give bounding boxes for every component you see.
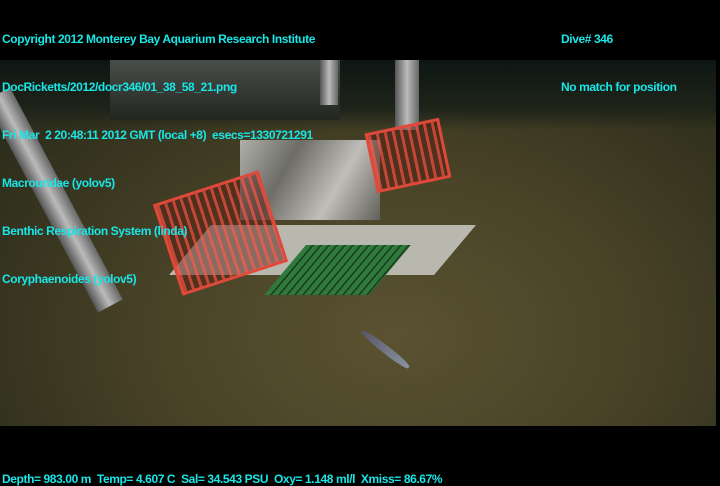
grenadier-fish (358, 327, 412, 371)
overlay-dive-info: Dive# 346 No match for position (561, 0, 677, 127)
dive-number: Dive# 346 (561, 32, 613, 46)
annotation-label: Benthic Respiration System (linda) (2, 224, 188, 238)
lander-pole (320, 60, 338, 105)
annotation-label: Macrouridae (yolov5) (2, 176, 115, 190)
position-status: No match for position (561, 80, 677, 94)
annotation-label: Coryphaenoides (yolov5) (2, 272, 137, 286)
sensor-readout: Depth= 983.00 m Temp= 4.607 C Sal= 34.54… (2, 472, 443, 486)
timestamp-text: Fri Mar 2 20:48:11 2012 GMT (local +8) e… (2, 128, 313, 142)
lander-pole (395, 60, 419, 130)
copyright-text: Copyright 2012 Monterey Bay Aquarium Res… (2, 32, 315, 46)
overlay-header: Copyright 2012 Monterey Bay Aquarium Res… (2, 0, 315, 319)
video-frame: Copyright 2012 Monterey Bay Aquarium Res… (0, 0, 720, 486)
filename-text: DocRicketts/2012/docr346/01_38_58_21.png (2, 80, 237, 94)
